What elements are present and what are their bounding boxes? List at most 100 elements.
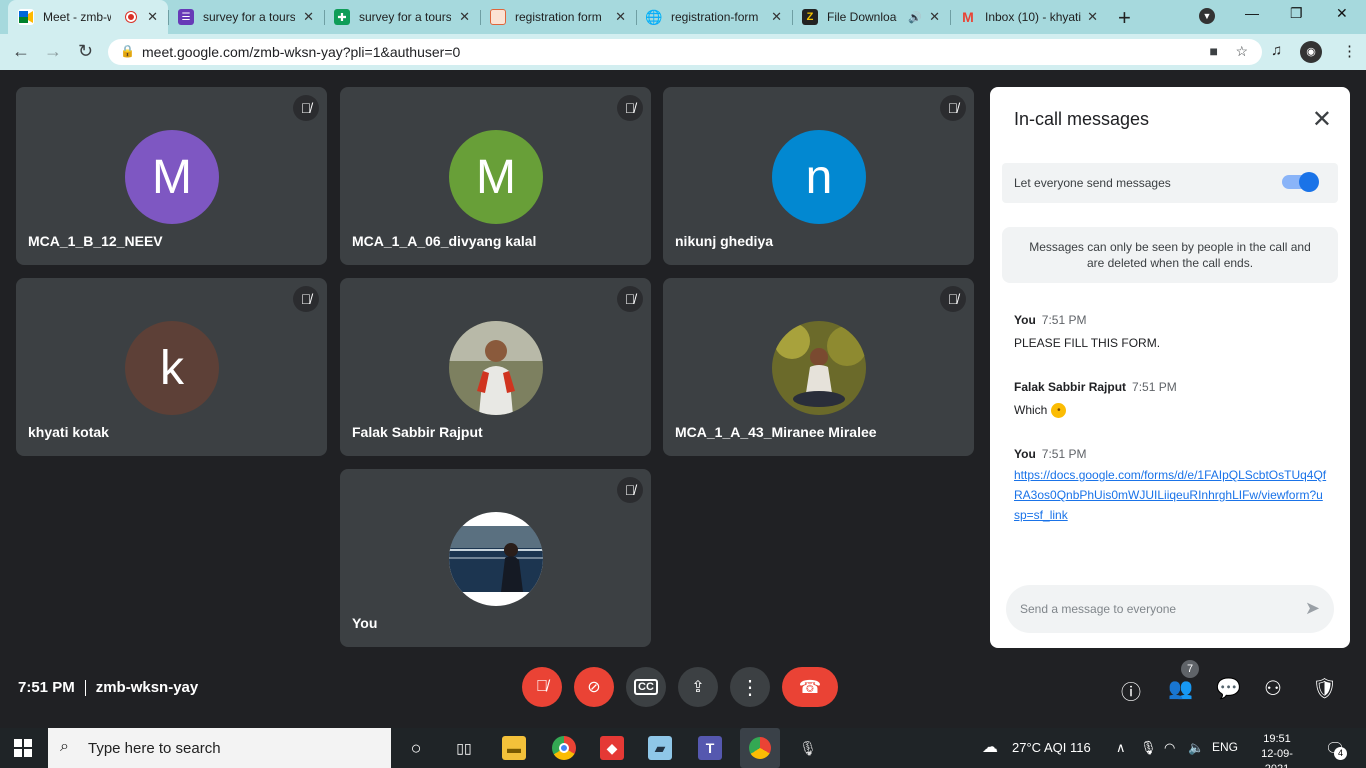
camera-toggle-button[interactable]: ⊘	[574, 667, 614, 707]
people-icon[interactable]: 👥	[1168, 676, 1193, 701]
mic-off-icon: 🎙̸	[617, 95, 643, 121]
host-controls-icon[interactable]: 🛡	[1312, 676, 1337, 701]
participant-tile[interactable]: 🎙̸ k khyati kotak	[16, 278, 327, 456]
wifi-icon[interactable]: ◠	[1164, 740, 1175, 756]
close-icon[interactable]: ✕	[1087, 9, 1098, 25]
meeting-details-icon[interactable]: ⓘ	[1121, 676, 1141, 705]
hang-up-icon: ☎	[798, 676, 822, 697]
weather-text[interactable]: 27°C AQI 116	[1012, 740, 1091, 755]
chat-icon[interactable]: 💬	[1216, 676, 1241, 701]
close-icon[interactable]: ✕	[303, 9, 314, 25]
clock-time: 19:51	[1263, 733, 1291, 745]
message-link[interactable]: https://docs.google.com/forms/d/e/1FAIpQ…	[1014, 465, 1328, 525]
menu-kebab-icon[interactable]: ⋮	[1342, 42, 1357, 60]
avatar: M	[449, 130, 543, 224]
message-input[interactable]: Send a message to everyone ➤	[1006, 585, 1334, 633]
captions-button[interactable]: CC	[626, 667, 666, 707]
participant-tile[interactable]: 🎙̸ MCA_1_A_43_Miranee Miralee	[663, 278, 974, 456]
new-tab-button[interactable]: +	[1118, 5, 1131, 31]
tab-registration-form[interactable]: registration form ✕	[480, 0, 636, 34]
captions-icon: CC	[634, 679, 658, 695]
participant-tile[interactable]: 🎙̸ M MCA_1_A_06_divyang kalal	[340, 87, 651, 265]
close-icon[interactable]: ✕	[615, 9, 626, 25]
teams-icon[interactable]: T	[698, 736, 722, 760]
reload-icon[interactable]: ↻	[78, 41, 93, 62]
restore-icon[interactable]: ❐	[1290, 5, 1303, 22]
tab-title: survey for a tours	[359, 10, 451, 24]
participant-tile[interactable]: 🎙̸ Falak Sabbir Rajput	[340, 278, 651, 456]
chat-message: You 7:51 PM https://docs.google.com/forms…	[1014, 445, 1328, 525]
minimize-icon[interactable]: —	[1245, 5, 1259, 21]
participant-tile[interactable]: 🎙̸ n nikunj ghediya	[663, 87, 974, 265]
present-button[interactable]: ⇪	[678, 667, 718, 707]
show-hidden-icons-icon[interactable]: ∧	[1116, 740, 1126, 756]
volume-icon[interactable]: 🔈	[1188, 740, 1204, 756]
tab-search-icon[interactable]: ▼	[1199, 8, 1215, 24]
search-icon: ⌕	[60, 738, 69, 755]
tab-survey-sheets[interactable]: ✚ survey for a tours ✕	[324, 0, 480, 34]
participant-count-badge: 7	[1181, 660, 1199, 678]
close-icon[interactable]: ✕	[929, 9, 940, 25]
close-icon[interactable]: ✕	[1312, 105, 1332, 134]
anydesk-icon[interactable]: ◆	[600, 736, 624, 760]
forward-arrow-icon[interactable]: →	[44, 41, 62, 62]
self-tile[interactable]: 🎙̸ You	[340, 469, 651, 647]
profile-avatar-icon[interactable]: ◉	[1300, 41, 1322, 63]
tab-file-download[interactable]: Z File Download 🔊 ✕	[792, 0, 950, 34]
tab-gmail[interactable]: M Inbox (10) - khyati ✕	[950, 0, 1108, 34]
more-options-button[interactable]: ⋮	[730, 667, 770, 707]
close-icon[interactable]: ✕	[771, 9, 782, 25]
camera-icon[interactable]: ■	[1210, 43, 1218, 59]
leave-call-button[interactable]: ☎	[782, 667, 838, 707]
google-meet-icon	[18, 9, 34, 25]
message-time: 7:51 PM	[1041, 447, 1087, 461]
sender-name: Falak Sabbir Rajput	[1014, 380, 1127, 394]
chrome-icon[interactable]	[552, 736, 576, 760]
voice-recorder-icon[interactable]: 🎙	[796, 736, 820, 760]
speaker-icon[interactable]: 🔊	[908, 11, 922, 24]
task-view-icon[interactable]: ▯▯	[452, 736, 476, 760]
activities-icon[interactable]: ⚇	[1264, 676, 1282, 701]
tab-meet[interactable]: Meet - zmb-wksn-yay ✕	[8, 0, 168, 34]
present-screen-icon: ⇪	[691, 679, 705, 696]
tab-survey-forms[interactable]: ☰ survey for a tours ✕	[168, 0, 324, 34]
send-icon[interactable]: ➤	[1305, 598, 1320, 619]
participant-name: Falak Sabbir Rajput	[352, 424, 483, 440]
notification-center-icon[interactable]: 🗨4	[1325, 739, 1347, 760]
mic-toggle-button[interactable]: 🎙̸	[522, 667, 562, 707]
tab-title: registration-form	[671, 10, 759, 24]
participant-tile[interactable]: 🎙̸ M MCA_1_B_12_NEEV	[16, 87, 327, 265]
close-icon[interactable]: ✕	[459, 9, 470, 25]
messaging-permission-row: Let everyone send messages	[1002, 163, 1338, 203]
notes-app-icon[interactable]: ▰	[648, 736, 672, 760]
lock-icon[interactable]: 🔒	[120, 44, 135, 58]
star-icon[interactable]: ☆	[1235, 43, 1248, 60]
close-icon[interactable]: ✕	[147, 9, 158, 25]
avatar: n	[772, 130, 866, 224]
mic-off-icon: 🎙̸	[617, 286, 643, 312]
address-bar-row: ← → ↻ 🔒 meet.google.com/zmb-wksn-yay?pli…	[0, 34, 1366, 70]
weather-cloud-icon[interactable]: ☁	[982, 737, 998, 757]
chrome-active-icon[interactable]	[740, 728, 780, 768]
omnibox[interactable]: 🔒 meet.google.com/zmb-wksn-yay?pli=1&aut…	[108, 39, 1262, 65]
file-explorer-icon[interactable]: ▬	[502, 736, 526, 760]
tab-title: survey for a tours	[203, 10, 295, 24]
sender-name: You	[1014, 313, 1036, 327]
window-close-icon[interactable]: ✕	[1336, 5, 1348, 22]
windows-start-icon[interactable]	[14, 739, 32, 762]
url-text[interactable]: meet.google.com/zmb-wksn-yay?pli=1&authu…	[142, 44, 460, 60]
clock-date: 12-09-2021	[1261, 748, 1293, 768]
participant-name: MCA_1_A_43_Miranee Miralee	[675, 424, 877, 440]
taskbar-clock[interactable]: 19:51 12-09-2021	[1252, 732, 1302, 768]
taskbar-search-box[interactable]: ⌕ Type here to search	[48, 728, 391, 768]
mic-off-icon: 🎙̸	[940, 95, 966, 121]
tab-title: Inbox (10) - khyati	[985, 10, 1081, 24]
tab-registration-form-2[interactable]: 🌐 registration-form ✕	[636, 0, 792, 34]
media-control-icon[interactable]: ♫	[1271, 42, 1282, 59]
cortana-icon[interactable]: ○	[404, 736, 428, 760]
avatar: k	[125, 321, 219, 415]
back-arrow-icon[interactable]: ←	[12, 41, 30, 62]
language-indicator[interactable]: ENG	[1212, 740, 1238, 754]
allow-messages-toggle[interactable]	[1282, 172, 1319, 192]
microphone-icon[interactable]: 🎙	[1140, 740, 1157, 756]
